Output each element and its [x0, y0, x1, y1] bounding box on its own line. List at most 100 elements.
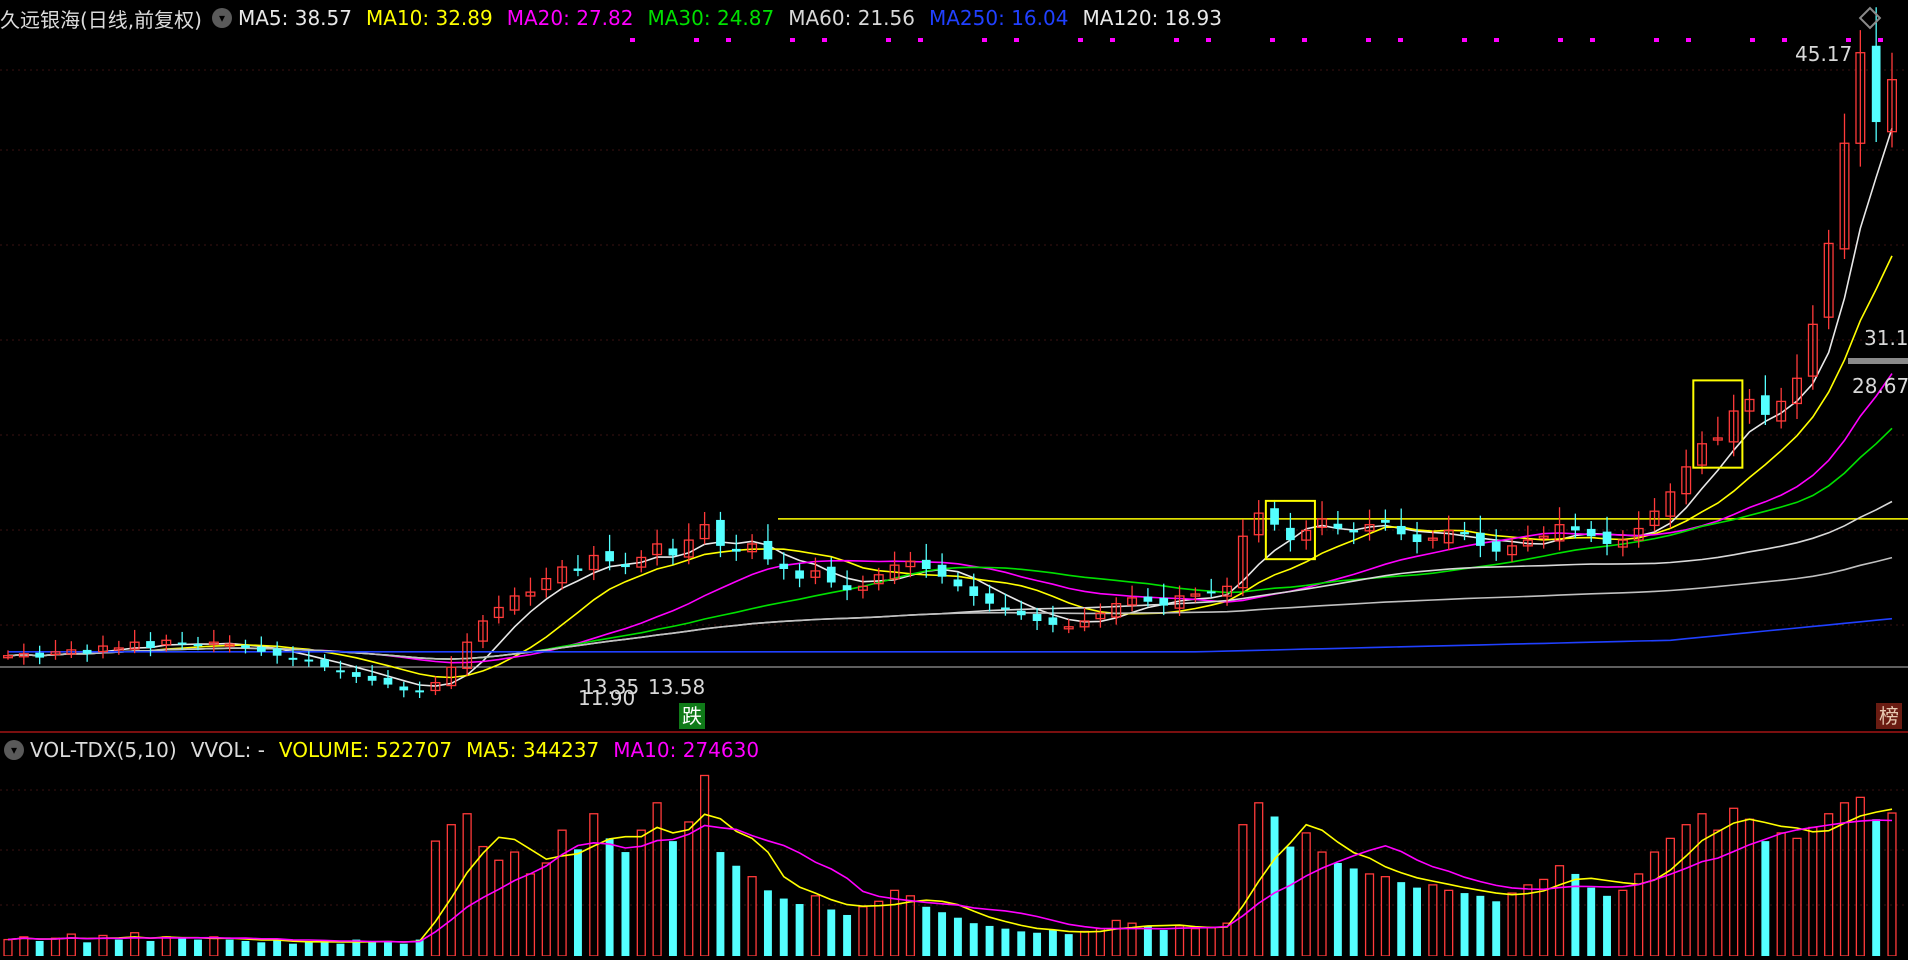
volume-bar [1190, 927, 1201, 957]
volume-bar [795, 904, 804, 956]
volume-bar [50, 937, 61, 957]
down-tag: 跌 [679, 703, 705, 729]
volume-bar [1349, 868, 1358, 956]
candle-body [921, 559, 931, 569]
volume-bar [19, 936, 29, 957]
signal-dot [1366, 38, 1371, 42]
vol-ma5-value: MA5: 344237 [466, 738, 600, 762]
volume-bar [889, 889, 900, 957]
volume-bar [368, 942, 377, 956]
volume-bar [858, 906, 868, 957]
volume-bar [161, 936, 171, 957]
volume-bar [732, 865, 741, 956]
rank-tag[interactable]: 榜 [1876, 703, 1902, 729]
volume-bar [225, 939, 234, 956]
indicator-toggle-icon[interactable]: ▾ [211, 8, 232, 28]
volume-bar [336, 943, 345, 956]
volume-bar [716, 852, 725, 956]
volume-bar [1460, 893, 1469, 956]
volume-bar [985, 925, 994, 956]
candle-body [621, 564, 630, 568]
volume-bar [1681, 824, 1691, 957]
candle-body [272, 648, 282, 656]
mid-price-label-2: 28.67 [1852, 374, 1908, 398]
ma-line [7, 255, 1893, 679]
candle-body [320, 659, 329, 668]
candle-body [1586, 528, 1596, 537]
volume-bar [922, 906, 931, 956]
candle-body [1491, 541, 1501, 552]
price-legend: 久远银海(日线,前复权) ▾ MA5: 38.57 MA10: 32.89 MA20… [0, 4, 1236, 32]
candle-body [731, 548, 741, 552]
signal-dot [1174, 38, 1179, 42]
candle-body [779, 563, 789, 569]
stock-title: 久远银海(日线,前复权) [0, 7, 202, 32]
candle-body [1381, 519, 1390, 523]
vvol-label: VVOL: - [190, 738, 265, 762]
volume-bar [1634, 873, 1644, 957]
mid-price-label-1: 31.1 [1864, 326, 1908, 350]
candle-body [241, 645, 250, 648]
volume-bar [810, 895, 821, 957]
volume-bar [636, 829, 646, 957]
signal-dot [1110, 38, 1115, 42]
volume-bar [953, 917, 962, 956]
candle-body [937, 564, 947, 577]
volume-bar [1111, 919, 1121, 957]
volume-bar [1649, 851, 1660, 957]
candle-body [288, 657, 298, 660]
volume-bar [178, 938, 187, 956]
candle-body [716, 519, 725, 546]
volume-bar [1476, 895, 1485, 956]
volume-bar [320, 940, 329, 956]
volume-bar [1095, 927, 1106, 957]
volume-bar [1603, 895, 1611, 956]
candle-body [969, 586, 979, 596]
candle-body [1396, 525, 1406, 535]
volume-bar [668, 841, 677, 956]
volume-bar [273, 939, 282, 956]
volume-bar [1397, 882, 1406, 956]
candle-body [193, 644, 203, 647]
signal-dot [1782, 38, 1787, 42]
volume-bar [83, 942, 92, 956]
ma-legend-item: MA10: 32.89 [365, 6, 493, 30]
candle-body [605, 551, 614, 562]
volume-bar [1492, 901, 1501, 956]
candle-body [1286, 527, 1295, 541]
signal-dot [918, 38, 923, 42]
volume-bar [1238, 824, 1248, 957]
signal-dot [1206, 38, 1211, 42]
ma-line [7, 127, 1893, 687]
volume-bar [1017, 931, 1026, 956]
candle-body [146, 641, 155, 648]
volume-bar [1301, 832, 1311, 957]
candle-body [415, 690, 424, 693]
candle-body [351, 672, 361, 677]
volume-bar [35, 940, 44, 956]
candle-body [1412, 534, 1422, 543]
volume-bar [1064, 934, 1073, 956]
candle-body [1206, 591, 1216, 594]
volume-bar [257, 942, 266, 956]
volume-toggle-icon[interactable]: ▾ [4, 740, 24, 760]
ma250-line [8, 617, 1893, 653]
volume-bar [114, 939, 123, 956]
volume-bar [1033, 932, 1042, 956]
volume-bar [1159, 930, 1168, 956]
volume-bar [1001, 928, 1010, 956]
volume-bar [652, 802, 662, 957]
volume-bar [763, 890, 772, 956]
volume-bar [289, 943, 297, 956]
ma-line [7, 500, 1893, 660]
volume-bar [589, 813, 599, 957]
candle-body [668, 548, 678, 556]
signal-dot [1878, 38, 1883, 42]
price-band [1848, 358, 1908, 364]
volume-bar [1333, 863, 1342, 956]
volume-bar [1713, 829, 1723, 957]
volume-bar [146, 940, 155, 956]
candle-body [842, 585, 852, 591]
ma-legend-item: MA120: 18.93 [1082, 6, 1222, 30]
volume-bar [3, 938, 13, 957]
